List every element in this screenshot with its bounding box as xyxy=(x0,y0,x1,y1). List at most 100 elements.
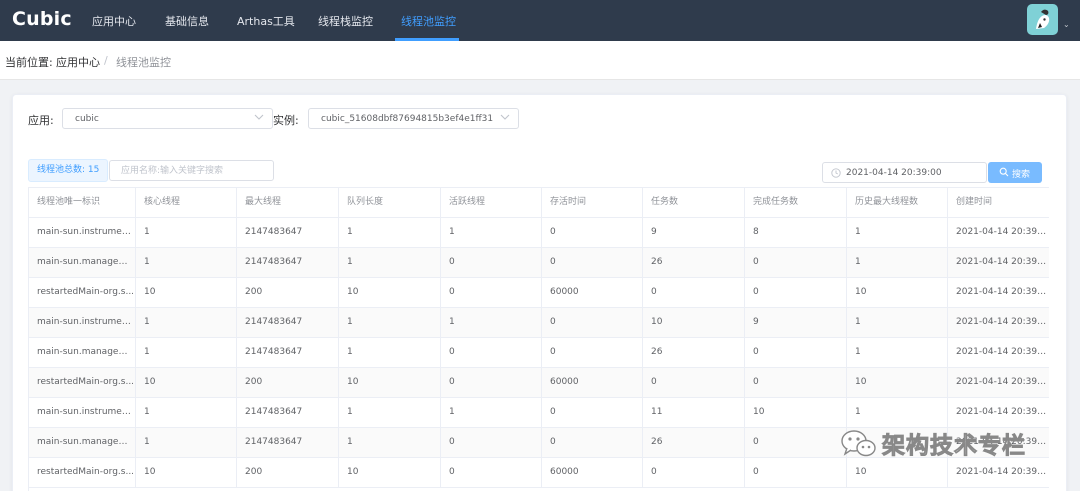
largest-pool-size-cell: 10 xyxy=(847,458,948,488)
task-count-cell: 11 xyxy=(643,398,745,428)
chevron-down-icon xyxy=(500,114,510,120)
active-threads-cell: 1 xyxy=(441,218,542,248)
pool-id-cell: restartedMain-org.s... xyxy=(29,368,136,398)
core-threads-cell: 1 xyxy=(136,398,237,428)
queue-length-cell: 1 xyxy=(339,308,441,338)
nav-item-thread-stack-monitor[interactable]: 线程栈监控 xyxy=(318,13,373,29)
max-threads-cell: 200 xyxy=(237,368,339,398)
pool-id-cell: restartedMain-org.s... xyxy=(29,458,136,488)
top-navbar: Cubic 应用中心 基础信息 Arthas工具 线程栈监控 线程池监控 ⌄ xyxy=(0,0,1080,41)
active-threads-cell: 0 xyxy=(441,338,542,368)
table-row[interactable]: main-sun.instrumen... 1 2147483647 1 1 0 10 9 1 2… xyxy=(29,308,1049,338)
max-threads-cell: 200 xyxy=(237,278,339,308)
task-count-cell: 0 xyxy=(643,278,745,308)
user-menu-caret-icon[interactable]: ⌄ xyxy=(1063,20,1070,29)
core-threads-cell: 10 xyxy=(136,278,237,308)
date-time-picker[interactable]: 2021-04-14 20:39:00 xyxy=(822,162,987,183)
max-threads-cell: 2147483647 xyxy=(237,218,339,248)
app-select-value: cubic xyxy=(75,114,99,124)
keep-alive-cell: 0 xyxy=(542,248,643,278)
chevron-down-icon xyxy=(254,114,264,120)
breadcrumb: 当前位置: 应用中心 / 线程池监控 xyxy=(0,41,1080,80)
column-header[interactable]: 最大线程 xyxy=(237,188,339,218)
table-row[interactable]: main-sun.instrumen... 1 2147483647 1 1 0 9 8 1 20… xyxy=(29,218,1049,248)
instance-select-value: cubic_51608dbf87694815b3ef4e1ff311b06 xyxy=(321,114,494,124)
completed-tasks-cell: 0 xyxy=(745,428,847,458)
column-header[interactable]: 历史最大线程数 xyxy=(847,188,948,218)
completed-tasks-cell: 9 xyxy=(745,308,847,338)
created-time-cell: 2021-04-14 20:39:11 xyxy=(948,338,1049,368)
max-threads-cell: 2147483647 xyxy=(237,338,339,368)
app-select[interactable]: cubic xyxy=(62,108,273,129)
task-count-cell: 0 xyxy=(643,458,745,488)
max-threads-cell: 200 xyxy=(237,458,339,488)
column-header[interactable]: 存活时间 xyxy=(542,188,643,218)
largest-pool-size-cell: 1 xyxy=(847,338,948,368)
largest-pool-size-cell: 1 xyxy=(847,218,948,248)
created-time-cell: 2021-04-14 20:39:01 xyxy=(948,278,1049,308)
largest-pool-size-cell: 1 xyxy=(847,308,948,338)
largest-pool-size-cell: 10 xyxy=(847,278,948,308)
date-time-value: 2021-04-14 20:39:00 xyxy=(846,168,942,178)
column-header[interactable]: 任务数 xyxy=(643,188,745,218)
completed-tasks-cell: 0 xyxy=(745,368,847,398)
app-filter-label: 应用: xyxy=(28,114,54,127)
column-header[interactable]: 完成任务数 xyxy=(745,188,847,218)
created-time-cell: 2021-04-14 20:39:01 xyxy=(948,248,1049,278)
pool-id-cell: main-sun.instrumen... xyxy=(29,218,136,248)
task-count-cell: 0 xyxy=(643,368,745,398)
nav-item-app-center[interactable]: 应用中心 xyxy=(92,13,136,29)
max-threads-cell: 2147483647 xyxy=(237,308,339,338)
column-header[interactable]: 核心线程 xyxy=(136,188,237,218)
active-threads-cell: 1 xyxy=(441,398,542,428)
breadcrumb-label: 当前位置: xyxy=(5,56,53,69)
column-header[interactable]: 队列长度 xyxy=(339,188,441,218)
wechat-icon xyxy=(841,430,876,457)
app-name-search-input[interactable] xyxy=(109,160,274,181)
keep-alive-cell: 0 xyxy=(542,308,643,338)
table-row[interactable]: main-sun.managem... 1 2147483647 1 0 0 26 0 1 202… xyxy=(29,338,1049,368)
max-threads-cell: 2147483647 xyxy=(237,428,339,458)
app-logo[interactable]: Cubic xyxy=(12,8,72,30)
breadcrumb-current: 线程池监控 xyxy=(116,56,171,69)
nav-item-arthas-tools[interactable]: Arthas工具 xyxy=(237,13,295,29)
clock-icon xyxy=(831,168,841,178)
instance-select[interactable]: cubic_51608dbf87694815b3ef4e1ff311b06 xyxy=(308,108,519,129)
column-header[interactable]: 活跃线程 xyxy=(441,188,542,218)
queue-length-cell: 10 xyxy=(339,458,441,488)
pool-id-cell: main-sun.instrumen... xyxy=(29,398,136,428)
task-count-cell: 26 xyxy=(643,248,745,278)
watermark-text: 架构技术专栏 xyxy=(882,433,1026,460)
table-header-row: 线程池唯一标识 核心线程 最大线程 队列长度 活跃线程 存活时间 任务数 完成任… xyxy=(29,188,1049,218)
table-row[interactable]: restartedMain-org.s... 10 200 10 0 60000 0 0 10 2… xyxy=(29,368,1049,398)
created-time-cell: 2021-04-14 20:39:01 xyxy=(948,218,1049,248)
core-threads-cell: 1 xyxy=(136,218,237,248)
active-threads-cell: 0 xyxy=(441,458,542,488)
breadcrumb-home-link[interactable]: 应用中心 xyxy=(56,54,100,70)
largest-pool-size-cell: 1 xyxy=(847,248,948,278)
keep-alive-cell: 60000 xyxy=(542,278,643,308)
queue-length-cell: 10 xyxy=(339,368,441,398)
keep-alive-cell: 60000 xyxy=(542,368,643,398)
table-row[interactable]: main-sun.managem... 1 2147483647 1 0 0 26 0 1 202… xyxy=(29,248,1049,278)
thread-pool-total-badge: 线程池总数: 15 xyxy=(28,159,108,182)
max-threads-cell: 2147483647 xyxy=(237,398,339,428)
max-threads-cell: 2147483647 xyxy=(237,248,339,278)
search-button[interactable]: 搜索 xyxy=(988,162,1042,183)
nav-item-thread-pool-monitor[interactable]: 线程池监控 xyxy=(401,13,456,29)
column-header[interactable]: 线程池唯一标识 xyxy=(29,188,136,218)
core-threads-cell: 10 xyxy=(136,458,237,488)
character-avatar-icon xyxy=(1036,9,1050,29)
active-threads-cell: 0 xyxy=(441,368,542,398)
table-row[interactable]: restartedMain-org.s... 10 200 10 0 60000 0 0 10 2… xyxy=(29,458,1049,488)
active-threads-cell: 0 xyxy=(441,248,542,278)
column-header[interactable]: 创建时间 xyxy=(948,188,1049,218)
task-count-cell: 9 xyxy=(643,218,745,248)
pool-id-cell: main-sun.managem... xyxy=(29,248,136,278)
user-avatar[interactable] xyxy=(1027,4,1058,35)
pool-id-cell: main-sun.instrumen... xyxy=(29,308,136,338)
queue-length-cell: 1 xyxy=(339,398,441,428)
pool-id-cell: restartedMain-org.s... xyxy=(29,278,136,308)
nav-item-basic-info[interactable]: 基础信息 xyxy=(165,13,209,29)
table-row[interactable]: restartedMain-org.s... 10 200 10 0 60000 0 0 10 2… xyxy=(29,278,1049,308)
